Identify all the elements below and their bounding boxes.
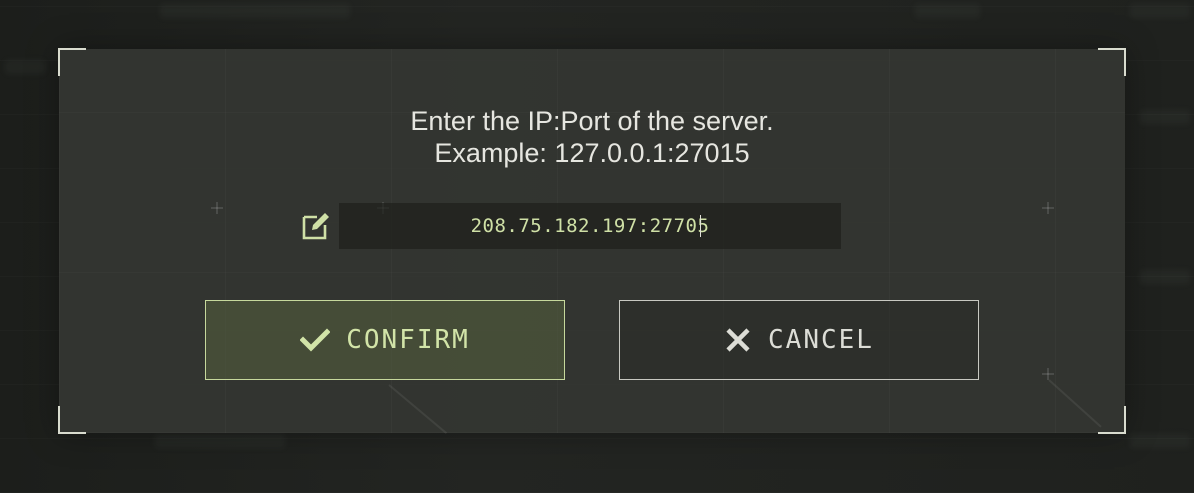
background-row: [1130, 4, 1190, 18]
decorative-line: [388, 384, 448, 434]
dialog-prompt: Enter the IP:Port of the server. Example…: [59, 105, 1125, 169]
server-connect-dialog: Enter the IP:Port of the server. Example…: [58, 48, 1126, 434]
server-address-input[interactable]: [339, 203, 841, 249]
grid-plus-marker: [1042, 368, 1054, 380]
prompt-instruction: Enter the IP:Port of the server.: [410, 106, 774, 136]
background-row: [1130, 434, 1190, 448]
corner-bracket-bottom-left: [58, 406, 86, 434]
text-caret: [700, 215, 701, 237]
close-icon: [724, 326, 752, 354]
prompt-example: Example: 127.0.0.1:27015: [434, 138, 750, 168]
edit-icon: [300, 210, 332, 242]
background-row: [915, 4, 980, 18]
checkmark-icon: [300, 328, 331, 352]
server-address-field[interactable]: [339, 203, 841, 249]
background-row: [5, 60, 45, 74]
cancel-button[interactable]: CANCEL: [619, 300, 979, 380]
decorative-line: [1048, 379, 1102, 428]
grid-plus-marker: [1042, 202, 1054, 214]
confirm-button[interactable]: CONFIRM: [205, 300, 565, 380]
grid-plus-marker: [211, 202, 223, 214]
corner-bracket-top-right: [1098, 48, 1126, 76]
corner-bracket-top-left: [58, 48, 86, 76]
confirm-button-label: CONFIRM: [346, 325, 470, 355]
corner-bracket-bottom-right: [1098, 406, 1126, 434]
cancel-button-label: CANCEL: [768, 325, 874, 355]
background-row: [1140, 110, 1190, 124]
background-row: [160, 4, 350, 18]
background-row: [155, 434, 285, 448]
background-row: [1140, 270, 1190, 284]
